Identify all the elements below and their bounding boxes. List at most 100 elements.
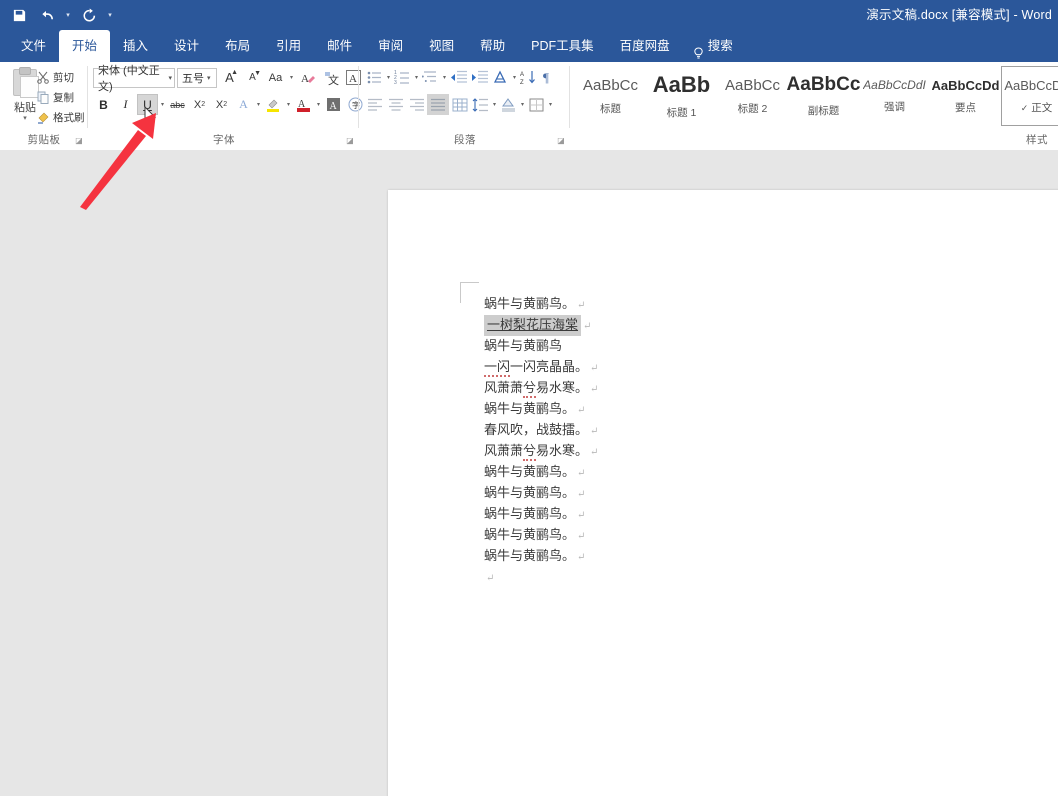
redo-icon[interactable]	[76, 2, 102, 28]
document-line-text: 蜗牛与黄鹂鸟。	[484, 486, 576, 501]
bold-button[interactable]: B	[93, 94, 114, 115]
distribute-icon[interactable]	[449, 94, 470, 115]
superscript-button[interactable]: X2	[211, 94, 232, 115]
undo-dropdown-icon[interactable]: ▾	[62, 2, 74, 28]
tab-5[interactable]: 引用	[263, 30, 314, 62]
tab-3[interactable]: 设计	[161, 30, 212, 62]
document-line[interactable]: 蜗牛与黄鹂鸟	[484, 336, 904, 357]
underline-button[interactable]: U	[137, 94, 158, 115]
style-强调[interactable]: AaBbCcDdI 强调	[859, 66, 930, 126]
paste-dropdown-icon[interactable]: ▾	[23, 115, 27, 122]
undo-icon[interactable]	[34, 2, 60, 28]
clear-formatting-icon[interactable]: A	[297, 67, 318, 88]
shading-dropdown-icon[interactable]: ▾	[519, 101, 526, 108]
tab-10[interactable]: PDF工具集	[518, 30, 607, 62]
document-text[interactable]: 蜗牛与黄鹂鸟。 ↵ 一树梨花压海棠 ↵ 蜗牛与黄鹂鸟 一闪一闪亮晶晶。 ↵ 风萧萧兮易水寒。 ↵…	[484, 294, 904, 588]
tab-6[interactable]: 邮件	[314, 30, 365, 62]
tab-2[interactable]: 插入	[110, 30, 161, 62]
document-line[interactable]: 蜗牛与黄鹂鸟。 ↵	[484, 294, 904, 315]
font-color-icon[interactable]: A	[293, 94, 314, 115]
change-case-button[interactable]: Aa	[265, 67, 286, 88]
tab-1[interactable]: 开始	[59, 30, 111, 62]
clipboard-copy-button[interactable]: 复制	[36, 87, 88, 107]
document-line[interactable]: 一树梨花压海棠 ↵	[484, 315, 904, 336]
document-line[interactable]: 风萧萧兮易水寒。 ↵	[484, 378, 904, 399]
document-line[interactable]: 春风吹，战鼓擂。 ↵	[484, 420, 904, 441]
text-highlight-icon[interactable]	[263, 94, 284, 115]
multilevel-dropdown-icon[interactable]: ▾	[441, 74, 448, 81]
document-line[interactable]: 风萧萧兮易水寒。 ↵	[484, 441, 904, 462]
text-effects-icon[interactable]: A	[233, 94, 254, 115]
style-标题-2[interactable]: AaBbCc 标题 2	[717, 66, 788, 126]
italic-button[interactable]: I	[115, 94, 136, 115]
grow-font-button[interactable]: A ▲	[219, 67, 240, 88]
document-line-text: 一闪亮晶晶。	[510, 360, 589, 375]
style-标题-1[interactable]: AaBb 标题 1	[646, 66, 717, 126]
save-icon[interactable]	[6, 2, 32, 28]
justify-icon[interactable]	[427, 94, 449, 115]
bullets-icon[interactable]	[364, 67, 385, 88]
borders-icon[interactable]	[526, 94, 547, 115]
change-case-dropdown-icon[interactable]: ▾	[288, 74, 295, 81]
document-line[interactable]: 蜗牛与黄鹂鸟。 ↵	[484, 399, 904, 420]
svg-text:A: A	[520, 72, 524, 78]
phonetic-guide-icon[interactable]: 文	[320, 67, 341, 88]
customize-qat-icon[interactable]: ▾	[104, 2, 116, 28]
numbering-icon[interactable]: 123	[392, 67, 413, 88]
line-spacing-icon[interactable]	[470, 94, 491, 115]
clipboard-scissors-button[interactable]: 剪切	[36, 67, 88, 87]
shading-icon[interactable]	[498, 94, 519, 115]
strikethrough-button[interactable]: abc	[167, 94, 188, 115]
document-line[interactable]: 蜗牛与黄鹂鸟。 ↵	[484, 462, 904, 483]
document-canvas[interactable]: 蜗牛与黄鹂鸟。 ↵ 一树梨花压海棠 ↵ 蜗牛与黄鹂鸟 一闪一闪亮晶晶。 ↵ 风萧萧兮易水寒。 ↵…	[0, 150, 1058, 796]
tab-9[interactable]: 帮助	[467, 30, 518, 62]
text-effects-dropdown-icon[interactable]: ▾	[255, 101, 262, 108]
tab-0[interactable]: 文件	[8, 30, 59, 62]
tab-11[interactable]: 百度网盘	[607, 30, 683, 62]
tab-7[interactable]: 审阅	[365, 30, 416, 62]
underline-dropdown-icon[interactable]: ▾	[159, 101, 166, 108]
style-标题[interactable]: AaBbCc 标题	[575, 66, 646, 126]
document-line[interactable]: 一闪一闪亮晶晶。 ↵	[484, 357, 904, 378]
sort-az-icon[interactable]: AZ	[518, 67, 539, 88]
tab-4[interactable]: 布局	[212, 30, 263, 62]
ribbon-group-clipboard: 粘贴 ▾ 剪切 复制 格式刷 剪贴板 ◪	[0, 62, 88, 150]
shrink-font-button[interactable]: A ▼	[242, 67, 263, 88]
align-left-icon[interactable]	[364, 94, 385, 115]
multilevel-list-icon[interactable]	[420, 67, 441, 88]
clipboard-dialog-launcher[interactable]: ◪	[74, 136, 84, 146]
subscript-button[interactable]: X2	[189, 94, 210, 115]
document-line[interactable]: ↵	[484, 567, 904, 588]
borders-dropdown-icon[interactable]: ▾	[547, 101, 554, 108]
highlight-dropdown-icon[interactable]: ▾	[285, 101, 292, 108]
font-size-input[interactable]: 五号 ▾	[177, 67, 217, 88]
style-要点[interactable]: AaBbCcDd 要点	[930, 66, 1001, 126]
style-正文[interactable]: AaBbCcDd ✓正文	[1001, 66, 1058, 126]
tab-8[interactable]: 视图	[416, 30, 467, 62]
document-page[interactable]: 蜗牛与黄鹂鸟。 ↵ 一树梨花压海棠 ↵ 蜗牛与黄鹂鸟 一闪一闪亮晶晶。 ↵ 风萧萧兮易水寒。 ↵…	[388, 190, 1058, 796]
font-name-input[interactable]: 宋体 (中文正文) ▾	[93, 65, 175, 93]
align-right-icon[interactable]	[406, 94, 427, 115]
show-marks-icon[interactable]: ¶	[539, 67, 560, 88]
font-color-dropdown-icon[interactable]: ▾	[315, 101, 322, 108]
style-副标题[interactable]: AaBbCc 副标题	[787, 66, 861, 126]
bullets-dropdown-icon[interactable]: ▾	[385, 74, 392, 81]
increase-indent-icon[interactable]	[469, 67, 490, 88]
document-line[interactable]: 蜗牛与黄鹂鸟。 ↵	[484, 483, 904, 504]
numbering-dropdown-icon[interactable]: ▾	[413, 74, 420, 81]
sort-icon[interactable]	[490, 67, 511, 88]
document-line[interactable]: 蜗牛与黄鹂鸟。 ↵	[484, 525, 904, 546]
tab-search[interactable]: 搜索	[683, 30, 746, 62]
clipboard-format-painter-button[interactable]: 格式刷	[36, 107, 88, 127]
line-spacing-dropdown-icon[interactable]: ▾	[491, 101, 498, 108]
document-line[interactable]: 蜗牛与黄鹂鸟。 ↵	[484, 546, 904, 567]
selected-text[interactable]: 一树梨花压海棠	[484, 315, 582, 336]
font-dialog-launcher[interactable]: ◪	[345, 136, 355, 146]
document-line[interactable]: 蜗牛与黄鹂鸟。 ↵	[484, 504, 904, 525]
paragraph-dialog-launcher[interactable]: ◪	[556, 136, 566, 146]
character-shading-icon[interactable]: A	[323, 94, 344, 115]
quick-access-toolbar[interactable]: ▾ ▾	[6, 0, 116, 30]
decrease-indent-icon[interactable]	[448, 67, 469, 88]
align-center-icon[interactable]	[385, 94, 406, 115]
sort-dropdown-icon[interactable]: ▾	[511, 74, 518, 81]
